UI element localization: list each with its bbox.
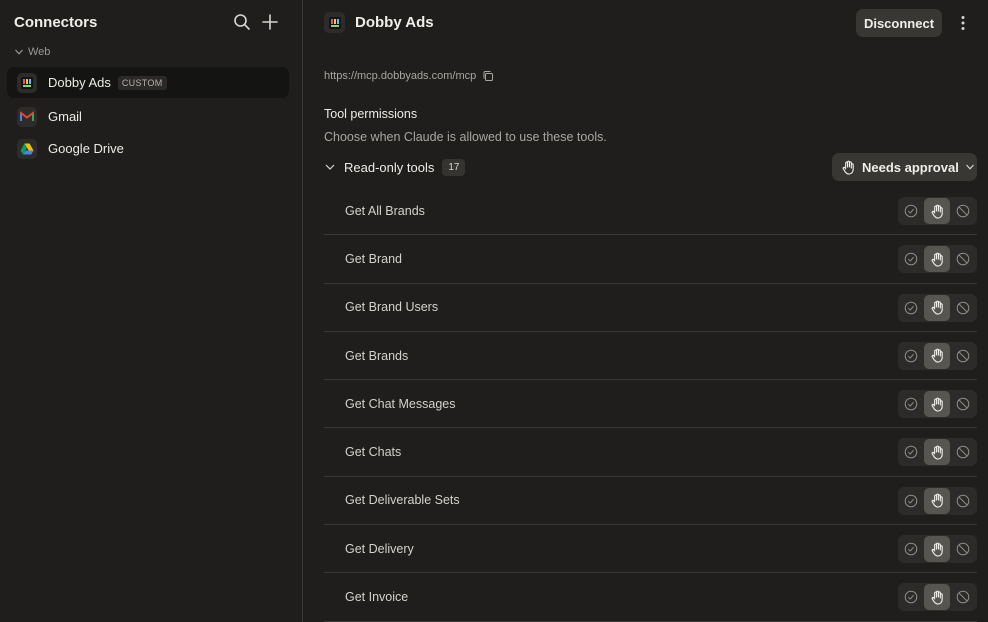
tool-row: Get Brands (324, 332, 977, 381)
check-circle-icon[interactable] (898, 391, 924, 417)
block-icon[interactable] (950, 536, 976, 562)
hand-icon[interactable] (924, 487, 950, 514)
tool-permissions-description: Choose when Claude is allowed to use the… (324, 130, 607, 144)
chevron-down-icon (14, 47, 24, 57)
block-icon[interactable] (950, 391, 976, 417)
check-circle-icon[interactable] (898, 246, 924, 272)
hand-icon (841, 160, 856, 175)
tool-permission-selector (898, 390, 977, 419)
sidebar-group-label: Web (28, 46, 51, 58)
tool-name: Get All Brands (345, 203, 425, 218)
sidebar-title: Connectors (14, 14, 98, 31)
block-icon[interactable] (950, 584, 976, 610)
sidebar-item-label: Gmail (48, 109, 82, 124)
tool-permission-selector (898, 583, 977, 612)
google-drive-icon (17, 138, 37, 159)
sidebar-item-dobby-ads[interactable]: Dobby Ads CUSTOM (7, 67, 289, 98)
sidebar-item-google-drive[interactable]: Google Drive (7, 133, 289, 164)
hand-icon[interactable] (924, 584, 950, 611)
tool-row: Get Chats (324, 428, 977, 477)
tool-permission-selector (898, 486, 977, 515)
tool-row: Get All Brands (324, 187, 977, 236)
tool-list: Get All Brands Get Brand Get Brand Users Ge… (324, 187, 977, 622)
sidebar-group-web[interactable]: Web (14, 46, 50, 58)
tool-permission-selector (898, 438, 977, 467)
tool-name: Get Delivery (345, 541, 414, 556)
tool-permission-selector (898, 197, 977, 225)
tool-name: Get Brand Users (345, 300, 439, 315)
block-icon[interactable] (950, 439, 976, 465)
check-circle-icon[interactable] (898, 584, 924, 610)
tool-permission-selector (898, 341, 977, 370)
gmail-icon (17, 106, 37, 127)
sidebar: Connectors Web Dobby Ads CUSTOM Gmail Go… (0, 0, 303, 622)
tool-name: Get Brand (345, 251, 402, 266)
read-only-tools-toggle[interactable]: Read-only tools 17 (324, 157, 466, 177)
tool-row: Get Deliverable Sets (324, 477, 977, 526)
block-icon[interactable] (950, 246, 976, 272)
hand-icon[interactable] (924, 536, 950, 563)
check-circle-icon[interactable] (898, 343, 924, 369)
permission-mode-label: Needs approval (862, 159, 959, 175)
hand-icon[interactable] (924, 391, 950, 418)
hand-icon[interactable] (924, 439, 950, 466)
tool-row: Get Chat Messages (324, 380, 977, 429)
hand-icon[interactable] (924, 246, 950, 273)
read-only-tools-label: Read-only tools (344, 159, 435, 175)
tool-row: Get Invoice (324, 573, 977, 622)
tool-name: Get Brands (345, 348, 409, 363)
check-circle-icon[interactable] (898, 536, 924, 562)
disconnect-button[interactable]: Disconnect (856, 9, 942, 37)
check-circle-icon[interactable] (898, 488, 924, 514)
custom-badge: CUSTOM (117, 75, 167, 90)
add-connector-icon[interactable] (261, 13, 279, 31)
tool-name: Get Deliverable Sets (345, 493, 460, 508)
chevron-down-icon (965, 162, 975, 172)
check-circle-icon[interactable] (898, 439, 924, 465)
tool-row: Get Brand (324, 235, 977, 284)
sidebar-item-gmail[interactable]: Gmail (7, 101, 289, 132)
hand-icon[interactable] (924, 198, 950, 224)
connector-detail: Dobby Ads Disconnect https://mcp.dobbyad… (304, 0, 988, 622)
block-icon[interactable] (950, 295, 976, 321)
check-circle-icon[interactable] (898, 198, 924, 224)
chevron-down-icon (324, 161, 336, 173)
tool-row: Get Delivery (324, 525, 977, 574)
block-icon[interactable] (950, 198, 976, 224)
tool-name: Get Chat Messages (345, 396, 456, 411)
sidebar-item-label: Google Drive (48, 141, 124, 156)
hand-icon[interactable] (924, 342, 950, 369)
copy-icon[interactable] (482, 70, 494, 82)
block-icon[interactable] (950, 343, 976, 369)
page-title: Dobby Ads (355, 14, 434, 31)
dobby-ads-logo-icon (324, 12, 345, 33)
tool-count-badge: 17 (442, 158, 466, 176)
tool-name: Get Invoice (345, 590, 409, 605)
tool-permission-selector (898, 535, 977, 564)
tool-permissions-title: Tool permissions (324, 107, 418, 121)
tool-permission-selector (898, 293, 977, 322)
connector-url: https://mcp.dobbyads.com/mcp (324, 70, 477, 82)
group-permission-dropdown[interactable]: Needs approval (832, 153, 977, 181)
connector-url-row: https://mcp.dobbyads.com/mcp (324, 70, 494, 82)
check-circle-icon[interactable] (898, 295, 924, 321)
tool-row: Get Brand Users (324, 284, 977, 332)
more-options-icon[interactable] (954, 12, 972, 34)
block-icon[interactable] (950, 488, 976, 514)
tool-name: Get Chats (345, 445, 402, 460)
sidebar-item-label: Dobby Ads (48, 75, 111, 90)
hand-icon[interactable] (924, 294, 950, 321)
search-icon[interactable] (233, 13, 251, 31)
dobby-ads-logo-icon (17, 72, 37, 93)
tool-permission-selector (898, 245, 977, 274)
